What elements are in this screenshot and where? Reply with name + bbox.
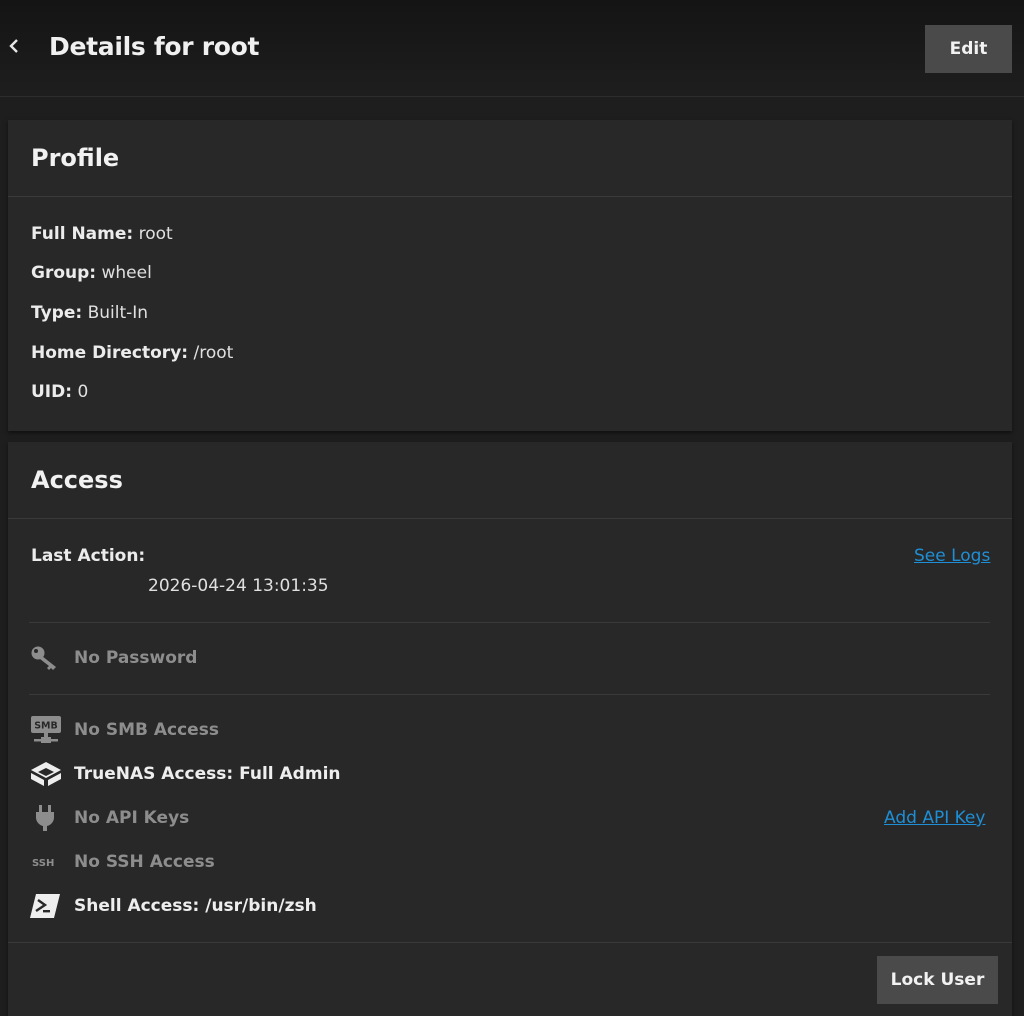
- page-header: Details for root Edit: [0, 0, 1024, 97]
- shell-text: Shell Access: /usr/bin/zsh: [74, 896, 317, 916]
- home-directory-field: Home Directory: /root: [31, 343, 233, 363]
- row-divider: [29, 622, 990, 623]
- full-name-value: root: [138, 224, 173, 244]
- uid-label: UID:: [31, 382, 73, 402]
- profile-title: Profile: [31, 144, 120, 172]
- profile-divider: [8, 196, 1012, 197]
- type-value: Built-In: [87, 303, 149, 323]
- lock-user-button[interactable]: Lock User: [877, 956, 998, 1004]
- last-action-label: Last Action:: [31, 546, 146, 566]
- last-action-value: 2026-04-24 13:01:35: [148, 576, 329, 596]
- group-field: Group: wheel: [31, 263, 152, 283]
- key-icon: [30, 643, 62, 673]
- type-field: Type: Built-In: [31, 303, 148, 323]
- page-title: Details for root: [49, 32, 260, 61]
- group-value: wheel: [101, 263, 152, 283]
- type-label: Type:: [31, 303, 83, 323]
- uid-value: 0: [77, 382, 89, 402]
- truenas-logo-icon: [30, 759, 62, 789]
- api-keys-text: No API Keys: [74, 808, 190, 828]
- shell-row: Shell Access: /usr/bin/zsh: [30, 891, 317, 921]
- ssh-text: No SSH Access: [74, 852, 215, 872]
- terminal-icon: [30, 891, 62, 921]
- access-card: Access Last Action: 2026-04-24 13:01:35 …: [8, 442, 1012, 1016]
- access-divider: [8, 518, 1012, 519]
- chevron-left-icon: [9, 39, 18, 53]
- smb-icon: SMB: [30, 715, 62, 745]
- ssh-icon: SSH: [30, 847, 62, 877]
- api-keys-row: No API Keys: [30, 803, 189, 833]
- access-footer-divider: [8, 942, 1012, 943]
- smb-text: No SMB Access: [74, 720, 219, 740]
- edit-button[interactable]: Edit: [925, 25, 1012, 73]
- uid-field: UID: 0: [31, 382, 88, 402]
- see-logs-link[interactable]: See Logs: [914, 546, 990, 566]
- svg-text:SMB: SMB: [34, 721, 58, 732]
- access-title: Access: [31, 466, 123, 494]
- group-label: Group:: [31, 263, 97, 283]
- truenas-row: TrueNAS Access: Full Admin: [30, 759, 341, 789]
- home-directory-label: Home Directory:: [31, 343, 189, 363]
- home-directory-value: /root: [193, 343, 234, 363]
- add-api-key-link[interactable]: Add API Key: [884, 808, 985, 828]
- password-row: No Password: [30, 643, 197, 673]
- row-divider: [29, 694, 990, 695]
- profile-card: Profile Full Name: root Group: wheel Typ…: [8, 120, 1012, 431]
- full-name-label: Full Name:: [31, 224, 134, 244]
- full-name-field: Full Name: root: [31, 224, 173, 244]
- svg-text:SSH: SSH: [32, 858, 54, 869]
- back-button[interactable]: [4, 36, 24, 62]
- ssh-row: SSH No SSH Access: [30, 847, 215, 877]
- truenas-text: TrueNAS Access: Full Admin: [74, 764, 341, 784]
- password-text: No Password: [74, 648, 198, 668]
- plug-icon: [30, 803, 62, 833]
- smb-row: SMB No SMB Access: [30, 715, 219, 745]
